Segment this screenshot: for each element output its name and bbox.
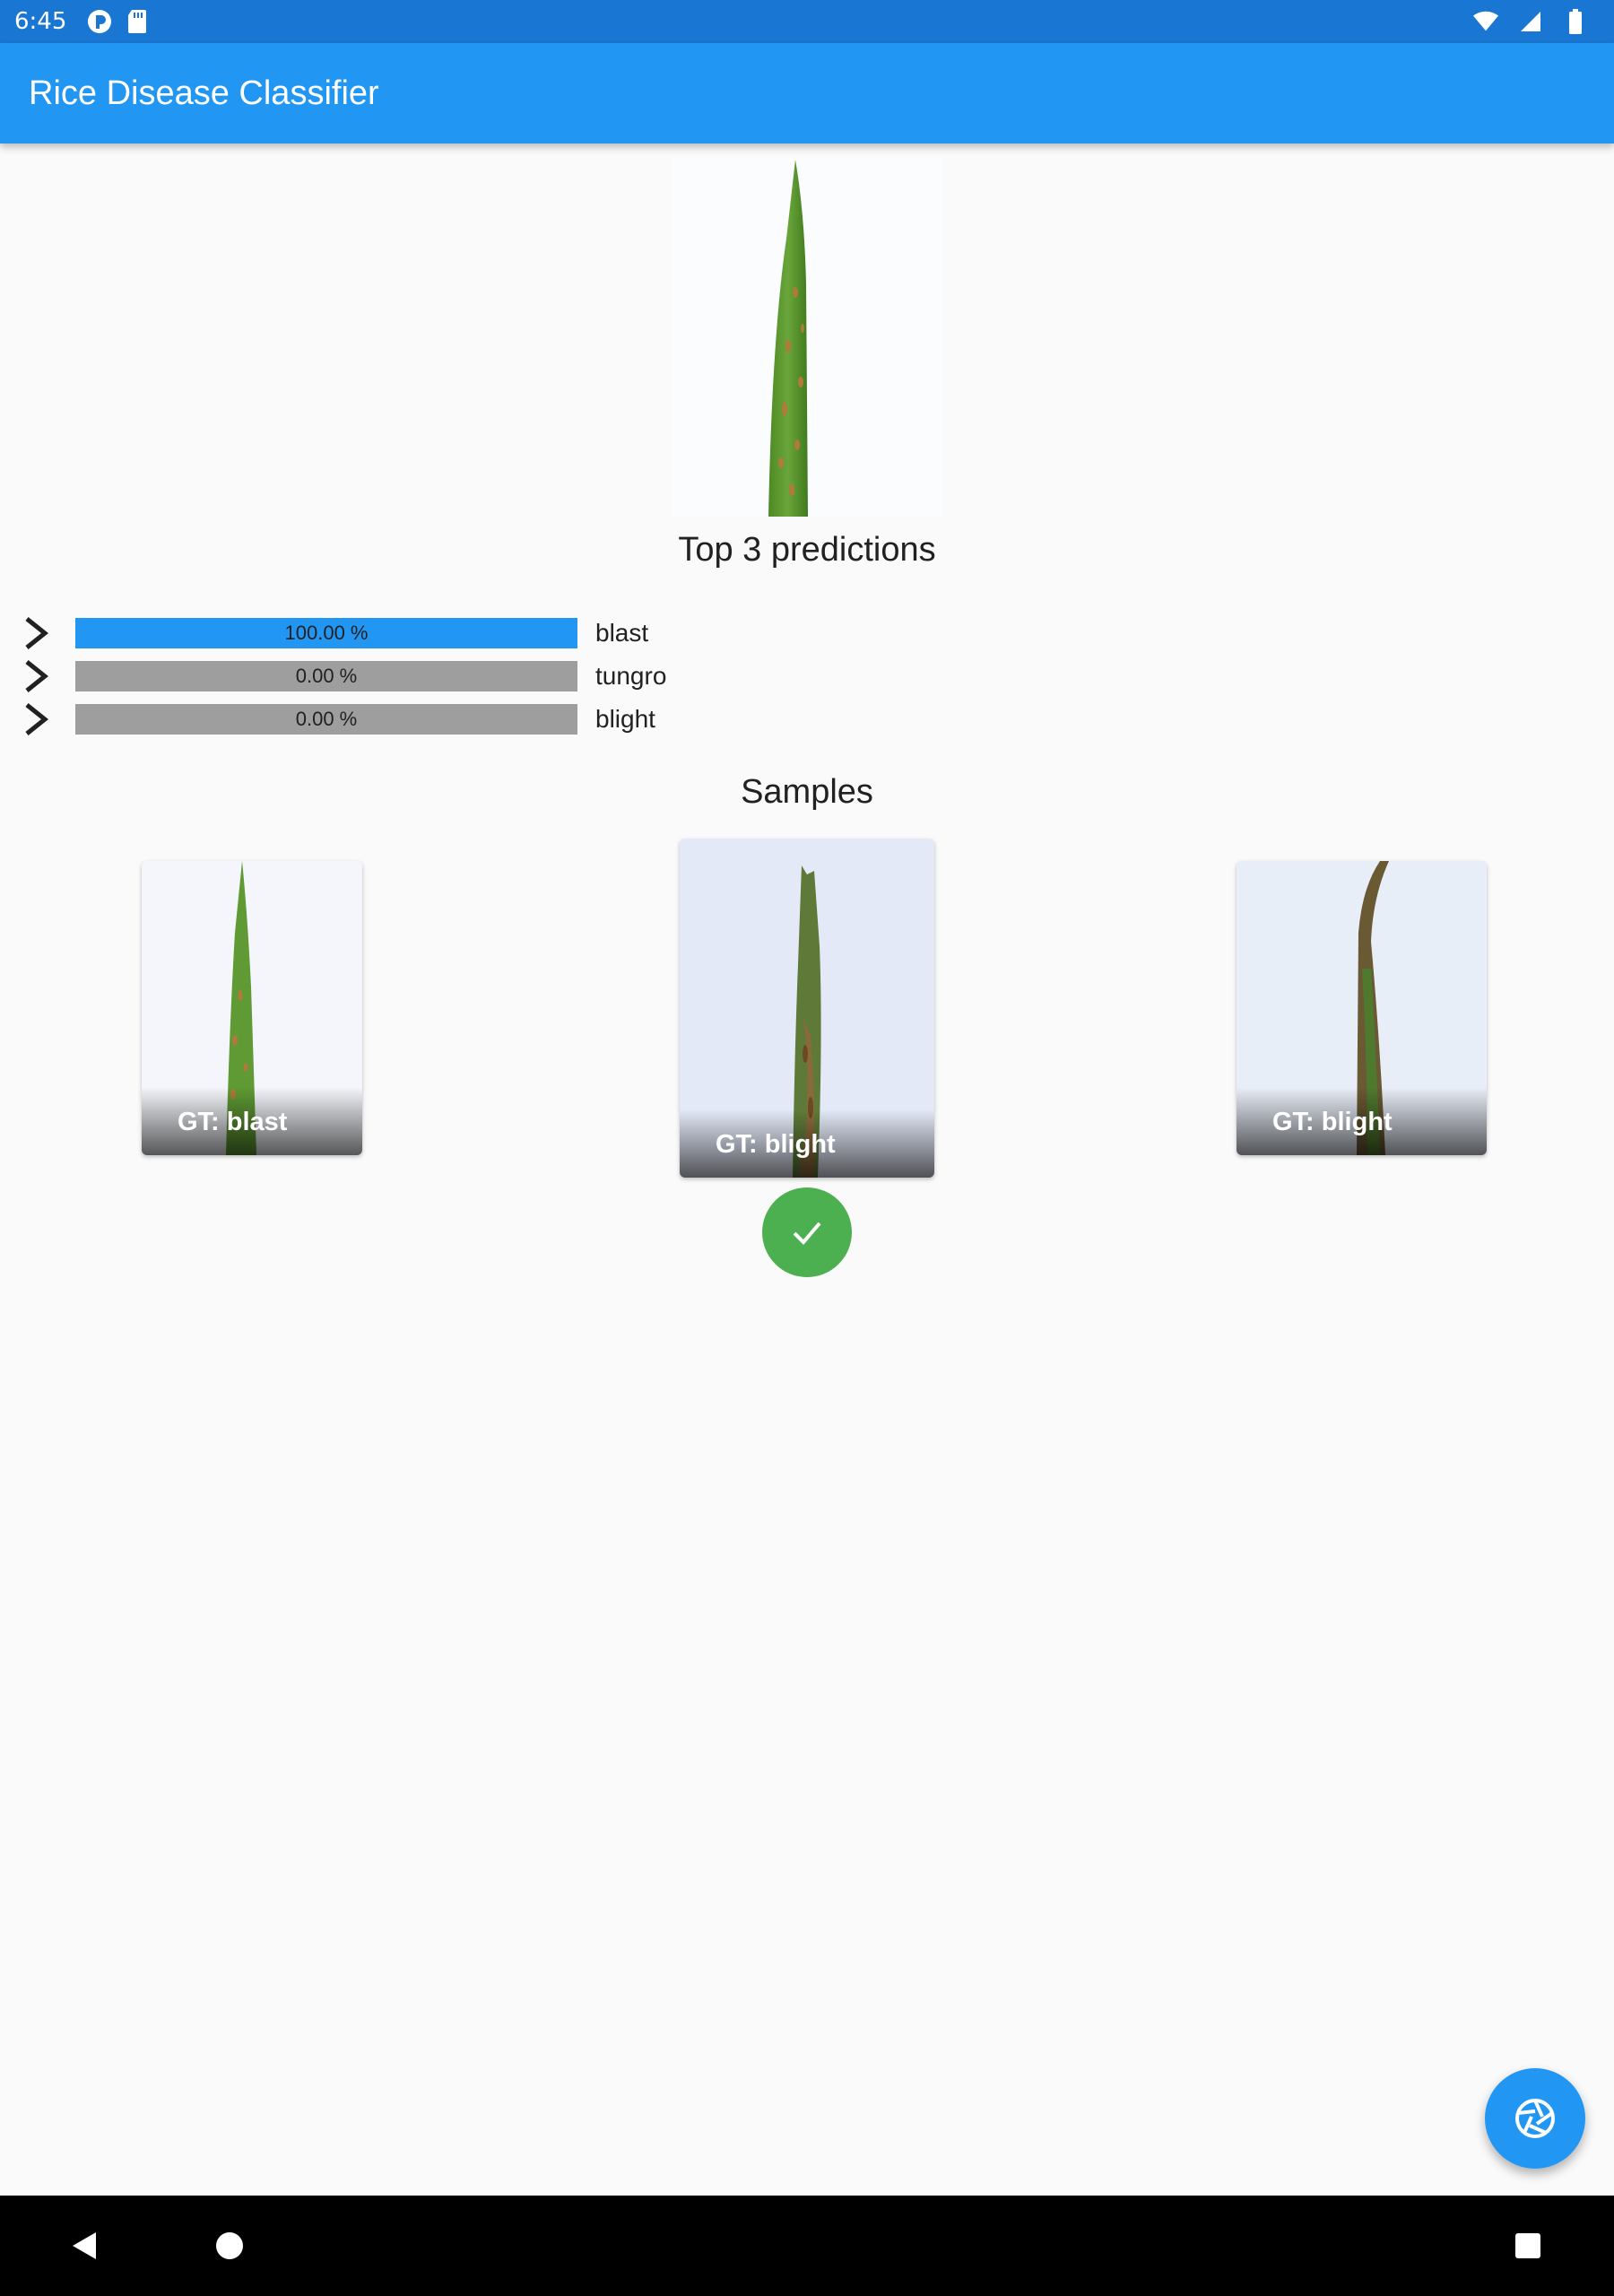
home-icon[interactable]	[201, 2217, 258, 2274]
prediction-row: 100.00 % blast	[0, 612, 807, 655]
sample-card-blight[interactable]: GT: blight	[1237, 861, 1487, 1155]
signal-icon	[1517, 8, 1544, 35]
sample-card-blight-selected[interactable]: GT: blight	[680, 839, 934, 1178]
chevron-right-icon[interactable]	[20, 613, 56, 653]
chevron-right-icon[interactable]	[20, 700, 56, 739]
prediction-label: blight	[595, 705, 655, 733]
navigation-bar	[0, 2196, 1614, 2296]
selected-leaf-image	[672, 158, 942, 517]
play-protect-icon	[86, 8, 113, 35]
sample-card-blast[interactable]: GT: blast	[142, 861, 362, 1155]
camera-fab-button[interactable]	[1485, 2068, 1585, 2169]
app-bar: Rice Disease Classifier	[0, 43, 1614, 144]
status-time: 6:45	[14, 8, 67, 35]
app-title: Rice Disease Classifier	[29, 74, 379, 112]
prediction-label: tungro	[595, 662, 667, 690]
prediction-value: 0.00 %	[295, 665, 358, 687]
samples-title: Samples	[741, 773, 873, 811]
status-right	[1472, 8, 1600, 35]
sample-caption: GT: blast	[178, 1108, 288, 1136]
sample-caption: GT: blight	[716, 1130, 836, 1159]
prediction-row: 0.00 % blight	[0, 698, 807, 741]
predictions-title: Top 3 predictions	[678, 531, 936, 569]
prediction-value: 0.00 %	[295, 708, 358, 730]
prediction-bar: 100.00 %	[75, 618, 577, 648]
sample-caption: GT: blight	[1272, 1108, 1393, 1136]
sd-card-icon	[124, 8, 151, 35]
prediction-bar: 0.00 %	[75, 661, 577, 691]
wifi-icon	[1472, 8, 1499, 35]
prediction-row: 0.00 % tungro	[0, 655, 807, 698]
camera-shutter-icon	[1515, 2099, 1555, 2138]
screen: 6:45 Rice Disease Classifier Top 3 predi…	[0, 0, 1614, 2296]
prediction-label: blast	[595, 619, 649, 647]
back-icon[interactable]	[56, 2217, 113, 2274]
status-bar: 6:45	[0, 0, 1614, 43]
recents-icon[interactable]	[1499, 2217, 1557, 2274]
battery-icon	[1562, 8, 1589, 35]
prediction-bar: 0.00 %	[75, 704, 577, 735]
selected-check-indicator	[762, 1187, 852, 1277]
chevron-right-icon[interactable]	[20, 657, 56, 696]
prediction-value: 100.00 %	[284, 622, 369, 644]
check-icon	[793, 1222, 821, 1245]
